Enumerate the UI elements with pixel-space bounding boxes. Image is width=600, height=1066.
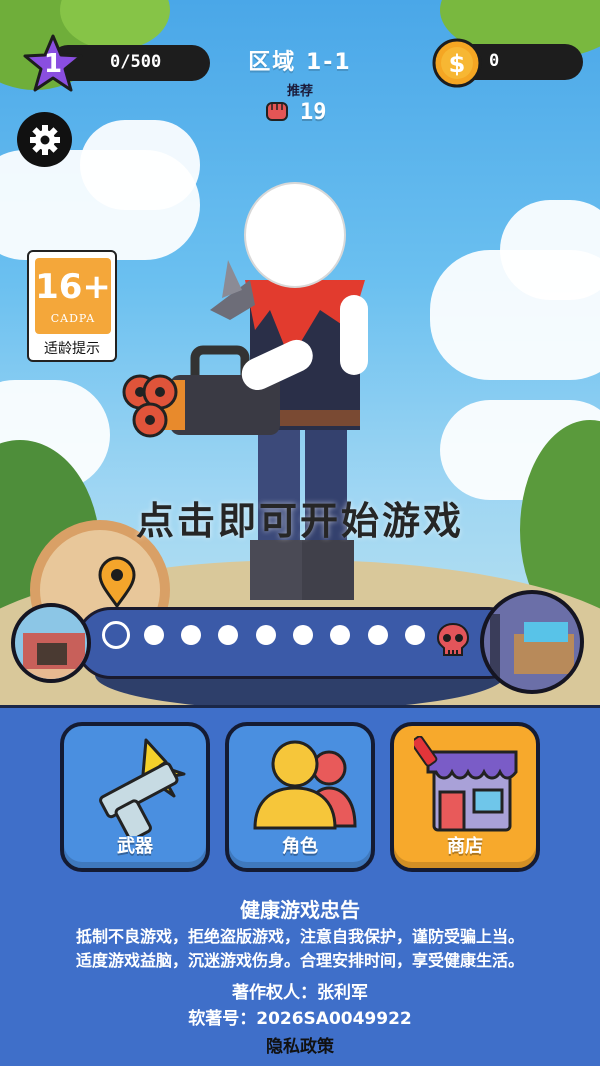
stage-dot (218, 625, 238, 645)
location-pin-icon (98, 556, 136, 608)
xp-text: 0/500 (110, 52, 162, 72)
settings-button[interactable] (17, 112, 72, 167)
shop-label: 商店 (447, 836, 483, 857)
software-registration-number: 软著号：2026SA0049922 (188, 1009, 412, 1029)
health-notice-line-2: 适度游戏益脑，沉迷游戏伤身。合理安排时间，享受健康生活。 (75, 951, 524, 970)
stage-dot (256, 625, 276, 645)
weapons-label: 武器 (117, 836, 153, 857)
stage-dot (405, 625, 425, 645)
health-notice-title: 健康游戏忠告 (240, 898, 360, 922)
zone-title: 区域 1-1 (248, 50, 352, 75)
recommend-power: 19 (300, 100, 327, 125)
stage-dot (144, 625, 164, 645)
fist-icon (266, 102, 288, 121)
boss-stage-thumbnail (480, 590, 584, 694)
stage-dot (368, 625, 388, 645)
tap-to-start-prompt[interactable]: 点击即可开始游戏 (0, 490, 600, 545)
boss-skull-icon (436, 622, 470, 656)
age-rating-number: 16+ (35, 267, 111, 307)
copyright-owner: 著作权人：张利军 (232, 983, 368, 1003)
stage-dot (293, 625, 313, 645)
gear-icon (29, 124, 60, 155)
svg-text:$: $ (449, 50, 466, 78)
cloud (500, 200, 600, 300)
characters-label: 角色 (282, 836, 318, 857)
coin-icon: $ (432, 38, 482, 88)
privacy-policy-link[interactable]: 隐私政策 (0, 1032, 600, 1057)
level-number: 1 (43, 49, 63, 79)
users-icon (253, 740, 357, 830)
characters-button[interactable]: 角色 (225, 722, 375, 872)
start-stage-thumbnail (11, 603, 91, 683)
pistol-icon (99, 738, 186, 836)
coin-count: 0 (489, 51, 500, 71)
shop-icon (414, 736, 518, 832)
stage-dot (330, 625, 350, 645)
player-character (122, 182, 368, 600)
stage-dot-current (102, 621, 130, 649)
recommend-label: 推荐 (286, 84, 313, 99)
age-rating-org: CADPA (50, 312, 96, 325)
age-rating-hint: 适龄提示 (44, 341, 100, 357)
stage-dot (181, 625, 201, 645)
weapons-button[interactable]: 武器 (60, 722, 210, 872)
health-notice-line-1: 抵制不良游戏，拒绝盗版游戏，注意自我保护，谨防受骗上当。 (75, 927, 524, 946)
age-rating-logo: 16+ CADPA (35, 258, 111, 334)
shop-button[interactable]: 商店 (390, 722, 540, 872)
age-rating-badge[interactable]: 16+ CADPA 适龄提示 (27, 250, 117, 362)
